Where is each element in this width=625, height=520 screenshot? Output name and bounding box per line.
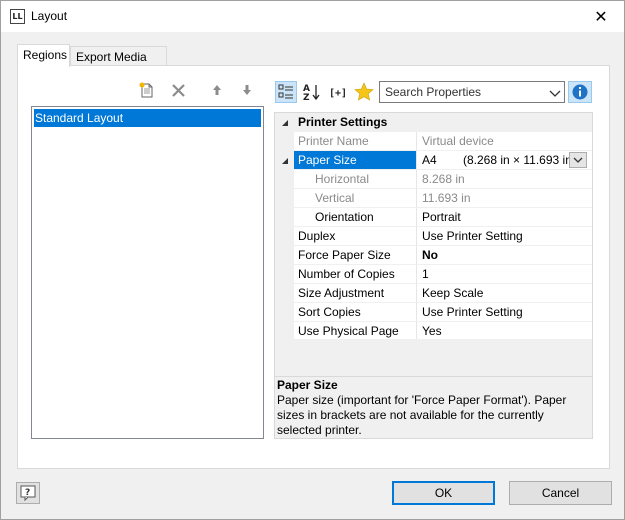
category-label: Printer Settings (294, 113, 592, 132)
row-gutter (275, 284, 294, 303)
tab-regions[interactable]: Regions (17, 44, 70, 67)
svg-text:Z: Z (303, 93, 310, 103)
row-gutter (275, 170, 294, 189)
new-region-icon[interactable] (137, 80, 157, 100)
collapse-triangle-icon[interactable] (281, 157, 289, 165)
prop-key: Size Adjustment (294, 284, 417, 303)
prop-key: Vertical (294, 189, 417, 208)
search-properties-combo[interactable]: Search Properties (379, 81, 565, 103)
prop-row-number-of-copies[interactable]: Number of Copies 1 (275, 265, 592, 284)
arrow-down-icon[interactable] (237, 80, 257, 100)
prop-row-orientation[interactable]: Orientation Portrait (275, 208, 592, 227)
category-printer-settings[interactable]: Printer Settings (275, 113, 592, 132)
prop-row-size-adjustment[interactable]: Size Adjustment Keep Scale (275, 284, 592, 303)
paper-size-dropdown-button[interactable] (569, 152, 587, 168)
prop-value[interactable]: Portrait (417, 208, 592, 227)
delete-icon[interactable] (169, 80, 189, 100)
prop-value[interactable]: Keep Scale (417, 284, 592, 303)
row-gutter (275, 113, 294, 132)
row-gutter (275, 265, 294, 284)
search-placeholder: Search Properties (385, 85, 482, 99)
prop-row-vertical[interactable]: Vertical 11.693 in (275, 189, 592, 208)
regions-list[interactable]: Standard Layout (31, 106, 264, 439)
row-gutter (275, 189, 294, 208)
description-title: Paper Size (277, 378, 338, 392)
prop-key: Horizontal (294, 170, 417, 189)
row-gutter (275, 208, 294, 227)
prop-row-horizontal[interactable]: Horizontal 8.268 in (275, 170, 592, 189)
categorized-view-icon[interactable] (275, 81, 297, 103)
window-title: Layout (31, 9, 68, 23)
prop-key: Number of Copies (294, 265, 417, 284)
paper-size-dimensions: (8.268 in × 11.693 in) (463, 153, 576, 167)
description-text: Paper size (important for 'Force Paper F… (277, 393, 567, 437)
tab-export-media[interactable]: Export Media (70, 46, 167, 66)
info-icon[interactable] (568, 81, 592, 103)
layout-dialog: LL Layout ✕ Regions Export Media Standar… (0, 0, 625, 520)
property-grid-empty-area (275, 339, 592, 376)
expand-all-icon[interactable]: [+] (327, 81, 349, 103)
app-logo-icon: LL (10, 9, 25, 24)
collapse-triangle-icon[interactable] (281, 119, 289, 127)
close-button[interactable]: ✕ (578, 1, 624, 32)
prop-value[interactable]: 1 (417, 265, 592, 284)
prop-row-paper-size[interactable]: Paper Size A4 (8.268 in × 11.693 in) (275, 151, 592, 170)
title-bar: LL Layout ✕ (1, 1, 624, 32)
row-gutter (275, 132, 294, 151)
prop-value[interactable]: Use Printer Setting (417, 303, 592, 322)
row-gutter (275, 246, 294, 265)
svg-text:?: ? (25, 488, 30, 498)
prop-key: Orientation (294, 208, 417, 227)
prop-row-force-paper-size[interactable]: Force Paper Size No (275, 246, 592, 265)
favorites-star-icon[interactable] (353, 81, 375, 103)
prop-key: Paper Size (294, 151, 417, 170)
prop-key: Printer Name (294, 132, 417, 151)
prop-row-duplex[interactable]: Duplex Use Printer Setting (275, 227, 592, 246)
help-button[interactable]: ? (16, 482, 40, 504)
prop-value[interactable]: A4 (8.268 in × 11.693 in) (417, 151, 592, 170)
prop-key: Force Paper Size (294, 246, 417, 265)
help-icon: ? (20, 485, 36, 502)
svg-text:[+]: [+] (329, 88, 347, 99)
prop-row-sort-copies[interactable]: Sort Copies Use Printer Setting (275, 303, 592, 322)
prop-key: Sort Copies (294, 303, 417, 322)
prop-key: Duplex (294, 227, 417, 246)
chevron-down-icon[interactable] (549, 87, 561, 101)
prop-value[interactable]: No (417, 246, 592, 265)
list-item[interactable]: Standard Layout (34, 109, 261, 127)
ok-button[interactable]: OK (392, 481, 495, 505)
chevron-down-icon (573, 157, 583, 163)
property-description: Paper Size Paper size (important for 'Fo… (274, 377, 593, 439)
cancel-button[interactable]: Cancel (509, 481, 612, 505)
sort-az-icon[interactable]: A Z (301, 81, 323, 103)
prop-value: 8.268 in (417, 170, 592, 189)
row-gutter (275, 227, 294, 246)
property-grid: Printer Settings Printer Name Virtual de… (274, 112, 593, 377)
row-gutter (275, 303, 294, 322)
prop-value: 11.693 in (417, 189, 592, 208)
prop-value[interactable]: Use Printer Setting (417, 227, 592, 246)
prop-row-printer-name[interactable]: Printer Name Virtual device (275, 132, 592, 151)
row-gutter (275, 151, 294, 170)
arrow-up-icon[interactable] (207, 80, 227, 100)
prop-value: Virtual device (417, 132, 592, 151)
paper-size-value: A4 (422, 153, 437, 167)
